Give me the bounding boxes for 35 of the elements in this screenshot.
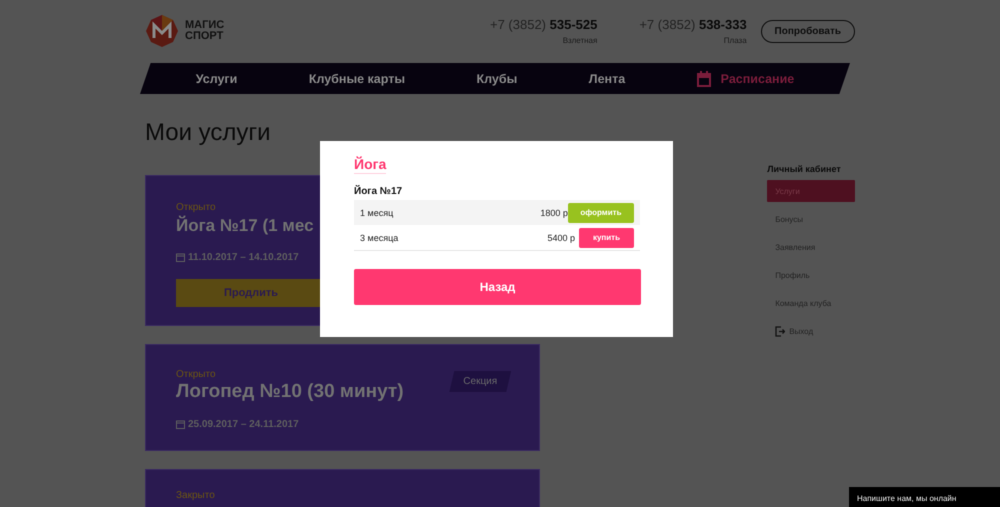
period-text: 1 месяц: [360, 208, 394, 218]
service-dates: 11.10.2017 – 14.10.2017: [188, 252, 299, 263]
logo-icon[interactable]: [145, 14, 179, 48]
exit-icon: [775, 326, 786, 336]
page-title: Мои услуги: [145, 119, 272, 147]
calendar-icon: [176, 253, 185, 262]
period-text: 3 месяца: [360, 232, 400, 242]
logo-text[interactable]: МАГИС: [185, 20, 224, 31]
service-title: Логопед №10 (30 минут): [176, 381, 404, 403]
back-button[interactable]: Назад: [354, 269, 641, 305]
service-dates: 25.09.2017 – 24.11.2017: [188, 419, 299, 430]
phone-location: Взлетная: [562, 36, 598, 45]
service-status: Открыто: [176, 369, 216, 380]
nav-link[interactable]: Расписание: [696, 70, 794, 86]
modal-title: Йога: [354, 156, 386, 174]
logo-text[interactable]: СПОРТ: [185, 31, 224, 42]
service-status: Закрыто: [176, 490, 215, 501]
chat-widget[interactable]: Напишите нам, мы онлайн: [849, 487, 1000, 507]
sidebar-title: Личный кабинет: [767, 164, 842, 174]
service-status: Открыто: [176, 202, 216, 213]
order-button[interactable]: оформить: [568, 202, 634, 222]
modal-subtitle: Йога №17: [354, 186, 404, 197]
service-title: Йога №17 (1 мес: [176, 216, 314, 236]
price-text: 5400 р: [546, 232, 575, 242]
try-button[interactable]: Попробовать: [760, 20, 855, 42]
price-text: 1800 р: [539, 208, 568, 218]
nav-link[interactable]: Клубные карты: [308, 72, 406, 86]
nav-link[interactable]: Лента: [588, 72, 626, 86]
phone-location: Плаза: [724, 36, 747, 45]
nav-link[interactable]: Клубы: [476, 72, 518, 86]
buy-button[interactable]: купить: [579, 228, 634, 248]
calendar-icon: [176, 420, 185, 429]
nav-link[interactable]: Услуги: [196, 72, 238, 86]
service-type-tag: Секция: [449, 371, 512, 392]
calendar-icon: [696, 70, 711, 86]
